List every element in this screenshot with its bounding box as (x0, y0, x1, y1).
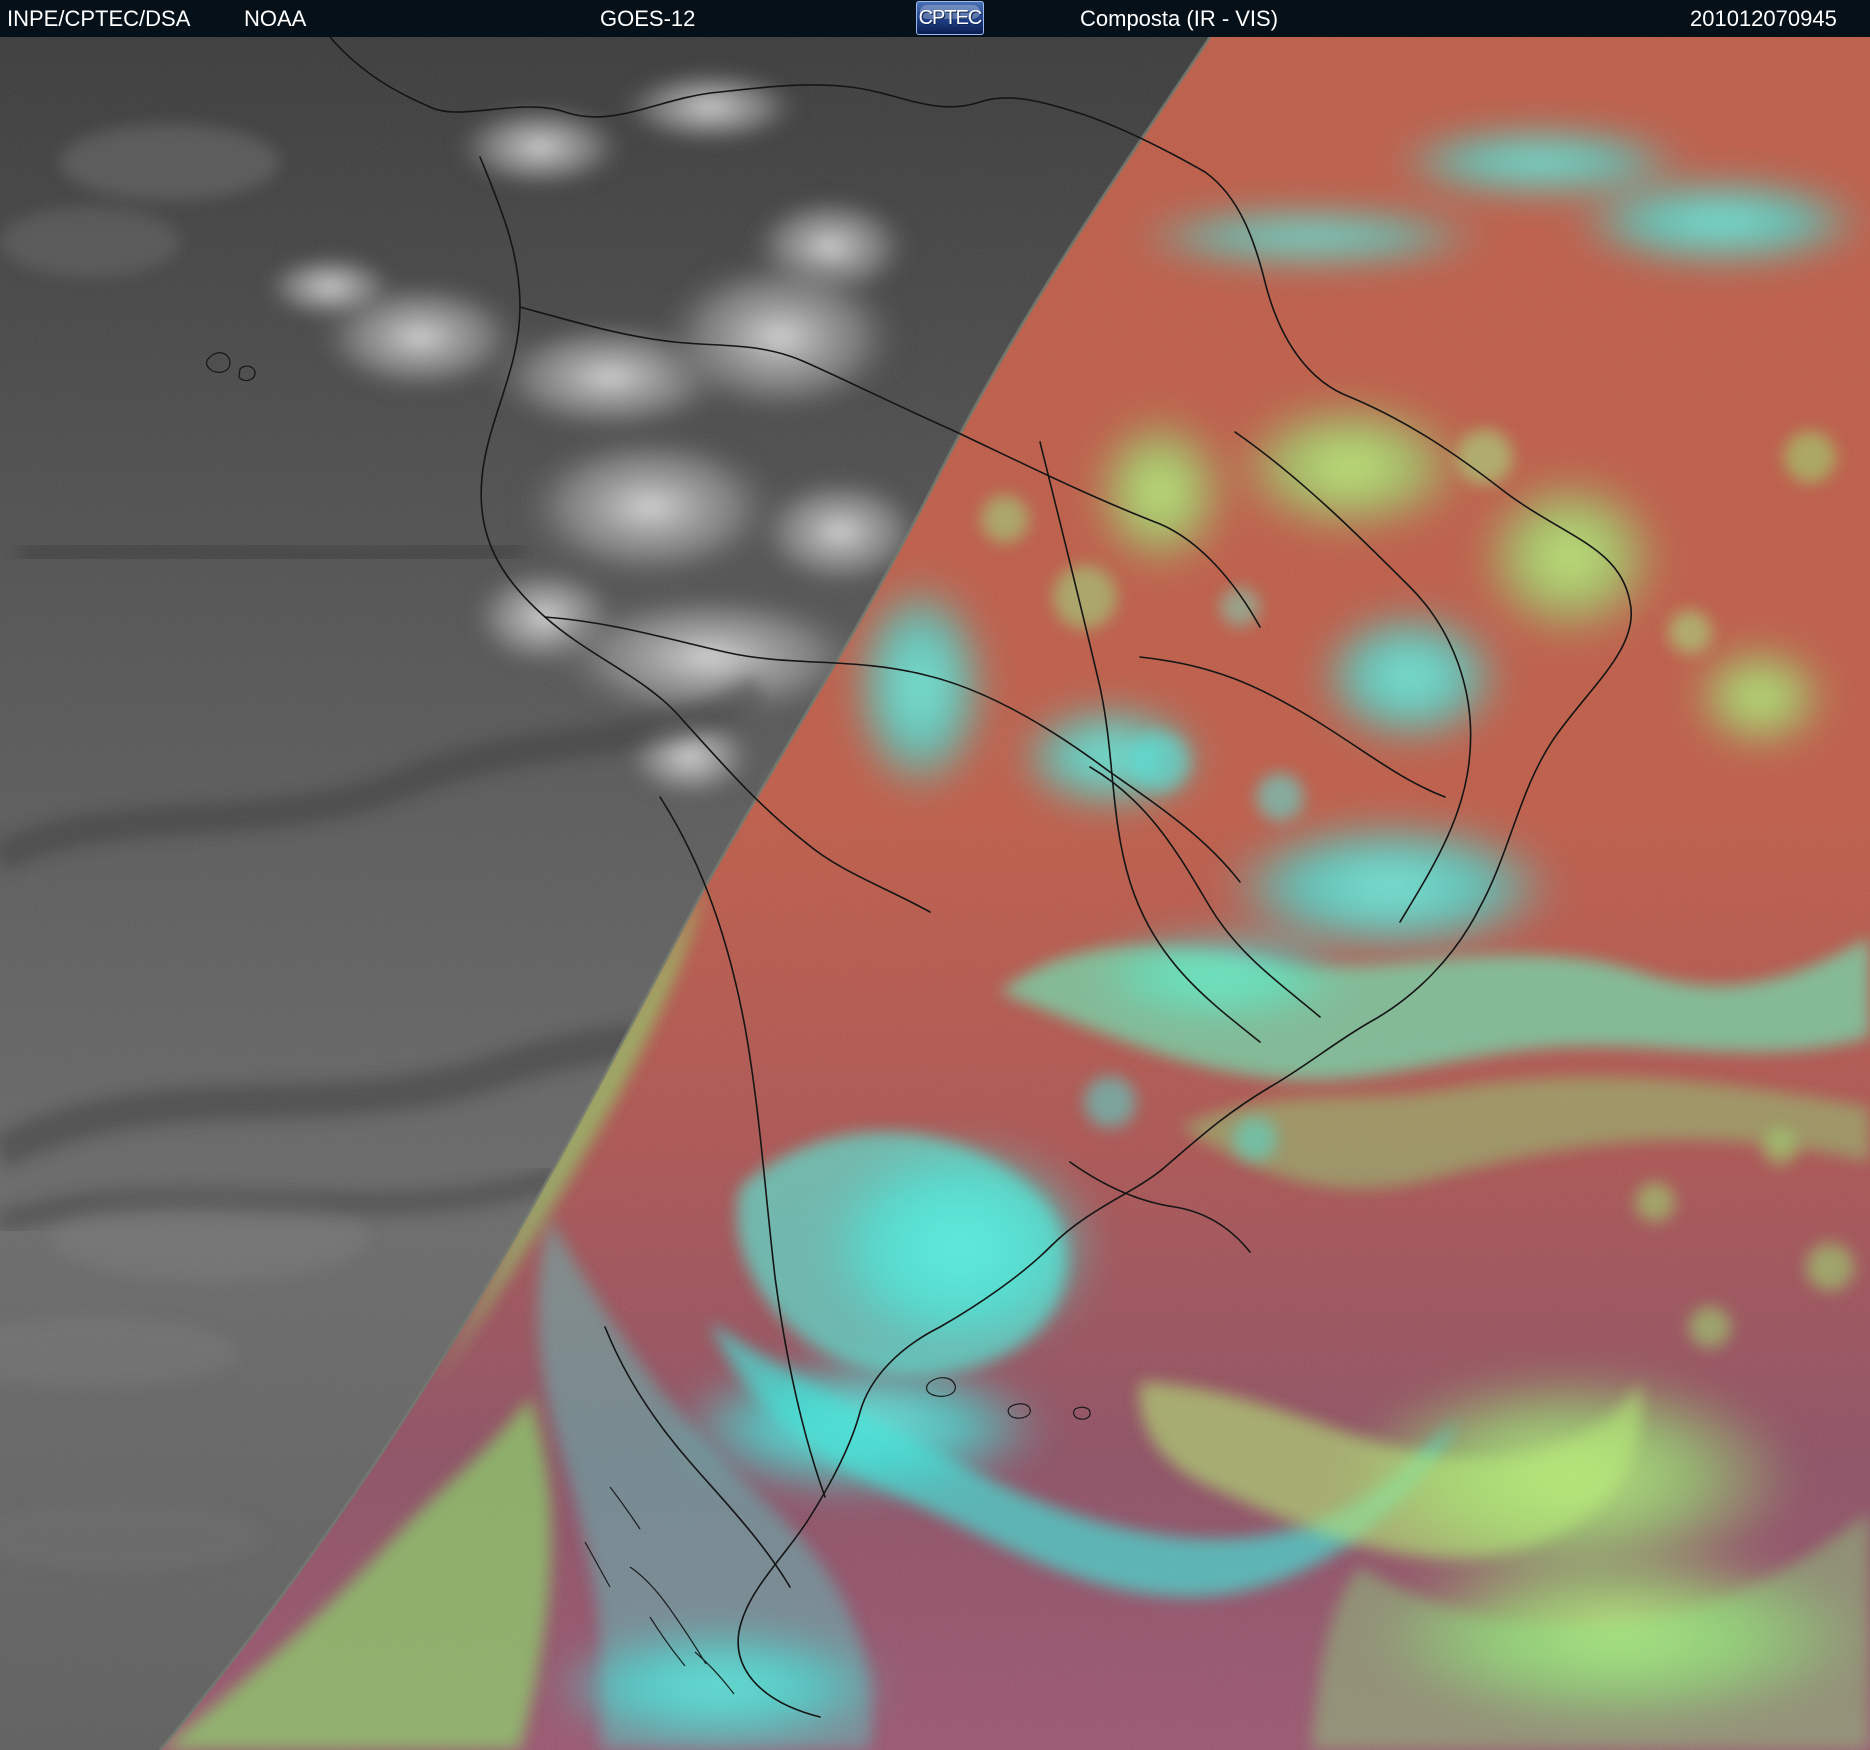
satellite-image-page: INPE/CPTEC/DSA NOAA GOES-12 CPTEC Compos… (0, 0, 1870, 1750)
timestamp-label: 201012070945 (1690, 6, 1837, 31)
product-label: Composta (IR - VIS) (1080, 6, 1279, 31)
satellite-image (0, 37, 1870, 1750)
cptec-logo: CPTEC (916, 1, 984, 35)
satellite-image-svg (0, 37, 1870, 1750)
cptec-logo-text: CPTEC (918, 7, 983, 29)
source-label: INPE/CPTEC/DSA (7, 6, 191, 31)
satellite-label: GOES-12 (600, 6, 696, 31)
agency-label: NOAA (244, 6, 307, 31)
image-header: INPE/CPTEC/DSA NOAA GOES-12 CPTEC Compos… (0, 0, 1870, 37)
